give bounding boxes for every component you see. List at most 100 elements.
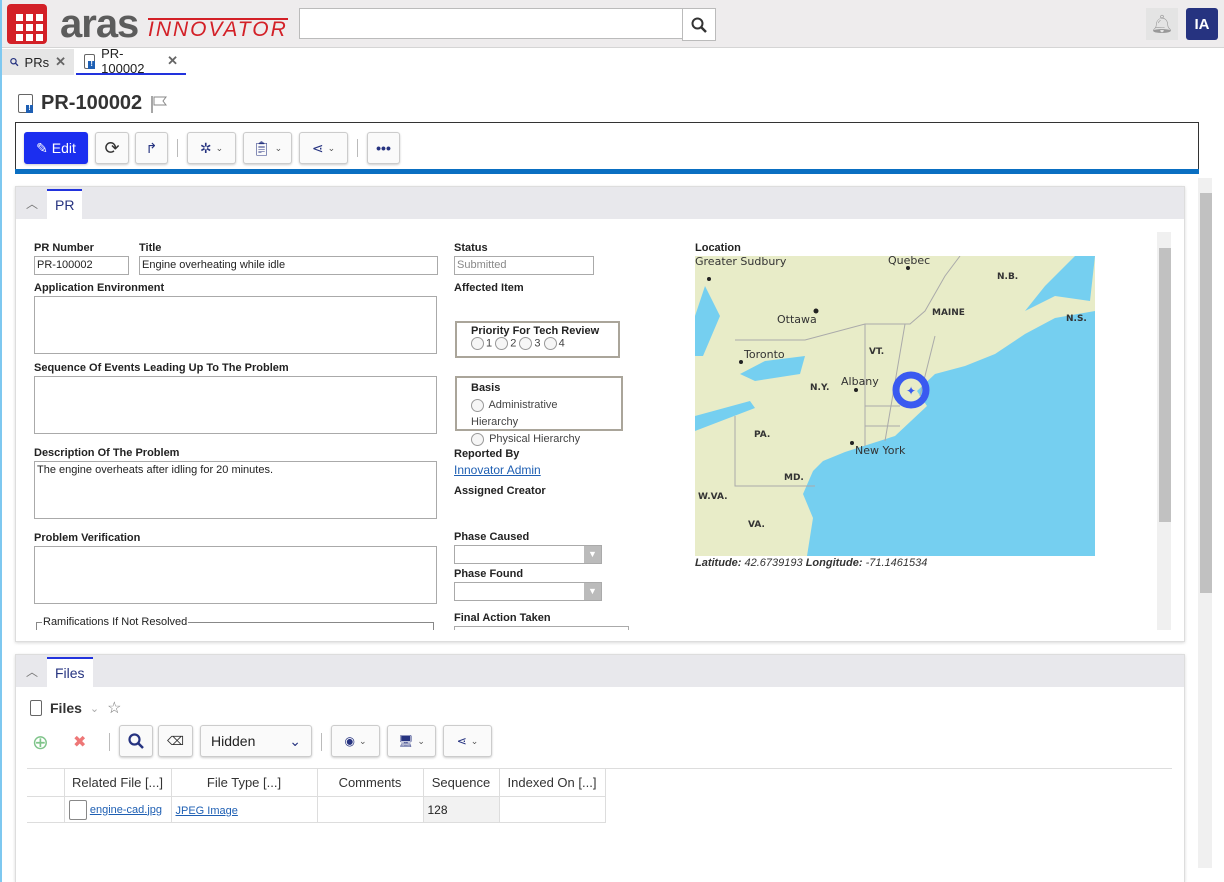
form-scrollbar[interactable] — [1157, 232, 1171, 630]
avatar[interactable]: IA — [1186, 8, 1218, 40]
basis-radio-administrative[interactable] — [471, 398, 484, 412]
svg-text:MD.: MD. — [784, 473, 804, 483]
notifications-button[interactable]: 🔔︎ — [1146, 8, 1178, 40]
layout-menu-button[interactable]: 🖥︎ ⌄ — [387, 725, 436, 757]
clipboard-chart-icon: 📋︎ — [252, 139, 271, 156]
edit-label: Edit — [51, 140, 76, 156]
svg-text:VA.: VA. — [748, 520, 765, 530]
location-map[interactable]: Greater Sudbury Quebec N.B. Ottawa MAINE… — [695, 256, 1095, 556]
dropdown-arrow-icon: ▼ — [584, 546, 601, 563]
column-header — [27, 768, 65, 797]
basis-radio-physical[interactable] — [471, 432, 484, 446]
share-menu-button[interactable]: ⋖ ⌄ — [299, 132, 348, 164]
row-selector[interactable] — [27, 796, 65, 823]
monitor-icon: 🖥︎ — [398, 734, 414, 748]
tab-prs[interactable]: PRs ✕ — [2, 49, 74, 75]
search-icon — [128, 733, 144, 749]
more-icon: ••• — [376, 140, 391, 156]
assigned-creator-label: Assigned Creator — [454, 485, 546, 497]
priority-radio-2[interactable] — [495, 337, 509, 350]
files-grid-header: Files ⌄ ☆ — [30, 698, 121, 718]
page-scrollbar[interactable] — [1198, 178, 1212, 868]
file-type-link[interactable]: JPEG Image — [176, 805, 238, 817]
reported-by-link[interactable]: Innovator Admin — [454, 463, 541, 477]
coordinates: Latitude: 42.6739193 Longitude: -71.1461… — [695, 557, 927, 569]
divider — [321, 733, 322, 751]
add-file-button[interactable]: ⊕ — [32, 730, 49, 755]
tab-pr[interactable]: PR — [47, 189, 83, 219]
file-icon[interactable] — [68, 799, 87, 820]
phase-found-label: Phase Found — [454, 568, 524, 580]
share-icon: ⋖ — [456, 734, 467, 748]
global-search-input[interactable] — [299, 8, 683, 39]
option-label: 1 — [486, 337, 493, 350]
option-label: 2 — [510, 337, 517, 350]
option-label: Physical Hierarchy — [489, 433, 581, 445]
comments-cell[interactable] — [316, 796, 424, 823]
share-icon: ⋖ — [311, 139, 324, 156]
column-header-comments[interactable]: Comments — [316, 768, 424, 797]
column-header-sequence[interactable]: Sequence — [422, 768, 500, 797]
edit-button[interactable]: ✎ Edit — [24, 132, 88, 164]
structure-menu-button[interactable]: ✲ ⌄ — [187, 132, 236, 164]
pr-number-field[interactable]: PR-100002 — [34, 256, 129, 275]
related-file-cell[interactable]: engine-cad.jpg — [63, 796, 172, 823]
close-icon[interactable]: ✕ — [167, 53, 178, 69]
refresh-button[interactable]: ⟳ — [95, 132, 129, 164]
location-marker-icon: ✦ — [906, 384, 916, 398]
tab-pr-100002[interactable]: ! PR-100002 ✕ — [76, 46, 186, 76]
phase-caused-select[interactable]: ▼ — [454, 545, 602, 564]
final-action-taken-label: Final Action Taken — [454, 612, 551, 624]
sequence-cell[interactable]: 128 — [422, 796, 500, 823]
file-type-cell[interactable]: JPEG Image — [170, 796, 318, 823]
column-header-related-file[interactable]: Related File [...] — [63, 768, 172, 797]
column-header-indexed-on[interactable]: Indexed On [...] — [498, 768, 606, 797]
chevron-down-icon[interactable]: ⌄ — [90, 702, 99, 715]
column-header-file-type[interactable]: File Type [...] — [170, 768, 318, 797]
status-field: Submitted — [454, 256, 594, 275]
indexed-on-cell[interactable] — [498, 796, 606, 823]
flag-icon[interactable] — [150, 94, 170, 114]
basis-label: Basis — [471, 382, 501, 394]
collapse-icon[interactable]: ︿ — [26, 663, 38, 680]
network-icon: ✲ — [199, 139, 212, 156]
toolbar-accent-bar — [15, 169, 1199, 174]
more-button[interactable]: ••• — [367, 132, 400, 164]
reported-by-label: Reported By — [454, 448, 520, 460]
application-environment-field[interactable] — [34, 296, 437, 354]
reports-menu-button[interactable]: 📋︎ ⌄ — [243, 132, 292, 164]
search-mode-select[interactable]: Hidden ⌄ — [200, 725, 312, 757]
files-title: Files — [50, 700, 82, 716]
delete-file-button[interactable]: ✖ — [73, 732, 86, 752]
select-value: Hidden — [211, 733, 256, 749]
related-file-link[interactable]: engine-cad.jpg — [90, 804, 162, 816]
close-icon[interactable]: ✕ — [55, 54, 66, 70]
clear-search-button[interactable]: ⌫ — [158, 725, 193, 757]
svg-text:MAINE: MAINE — [932, 308, 965, 318]
collapse-icon[interactable]: ︿ — [26, 195, 38, 212]
share-menu-button[interactable]: ⋖ ⌄ — [443, 725, 492, 757]
description-field[interactable]: The engine overheats after idling for 20… — [34, 461, 437, 519]
search-grid-button[interactable] — [119, 725, 153, 757]
priority-radio-1[interactable] — [471, 337, 484, 350]
views-menu-button[interactable]: ◉ ⌄ — [331, 725, 380, 757]
option-label: Administrative Hierarchy — [471, 399, 558, 428]
sequence-of-events-field[interactable] — [34, 376, 437, 434]
files-grid: Related File [...] File Type [...] Comme… — [27, 768, 606, 823]
star-icon[interactable]: ☆ — [107, 698, 121, 718]
plus-icon: ⊕ — [32, 732, 49, 754]
app-menu-button[interactable] — [7, 4, 47, 44]
final-action-taken-field[interactable] — [454, 626, 629, 630]
promote-button[interactable]: ↱ — [135, 132, 168, 164]
phase-found-select[interactable]: ▼ — [454, 582, 602, 601]
affected-item-label: Affected Item — [454, 282, 524, 294]
tab-files[interactable]: Files — [47, 657, 93, 687]
description-label: Description Of The Problem — [34, 447, 180, 459]
priority-radio-3[interactable] — [519, 337, 533, 350]
problem-verification-field[interactable] — [34, 546, 437, 604]
location-label: Location — [695, 242, 741, 254]
priority-radio-4[interactable] — [543, 337, 557, 350]
search-button[interactable] — [682, 8, 716, 41]
title-field[interactable]: Engine overheating while idle — [139, 256, 438, 275]
table-row[interactable]: engine-cad.jpg JPEG Image 128 — [27, 796, 606, 823]
